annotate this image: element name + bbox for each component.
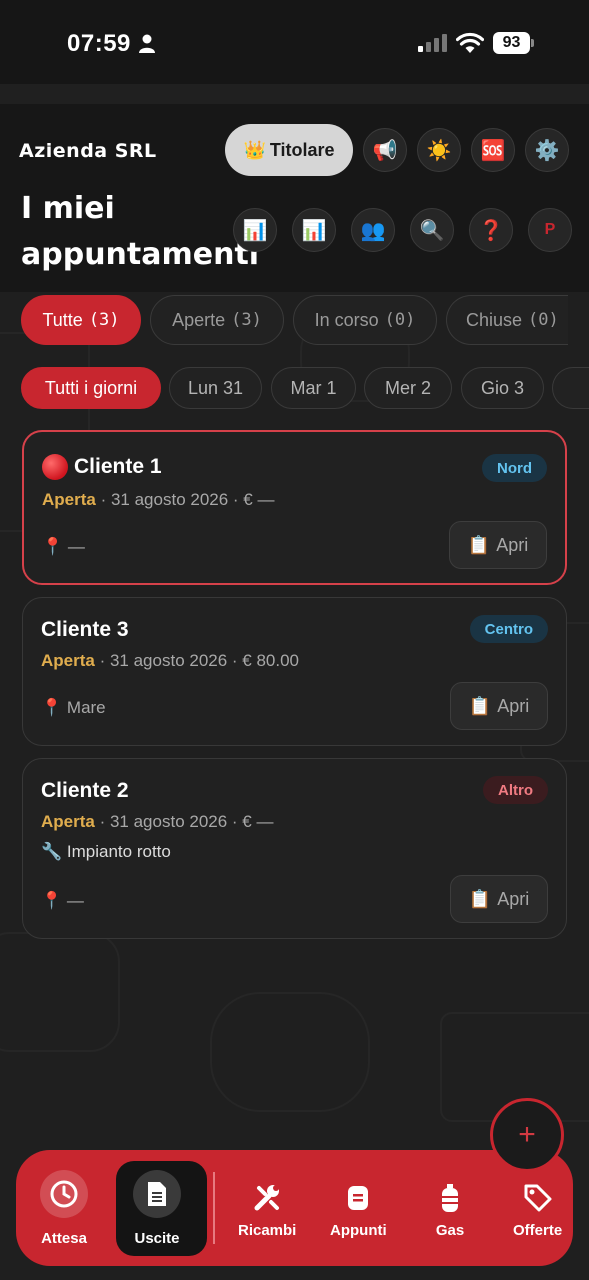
team-button[interactable]: 👥 (351, 208, 395, 252)
signal-icon (418, 34, 447, 52)
bottom-nav: Attesa Uscite Ricambi Appunti Gas Offert… (16, 1150, 573, 1266)
question-icon: ❓ (478, 219, 504, 242)
day-tue[interactable]: Mar 1 (271, 367, 356, 409)
wifi-icon (456, 32, 484, 53)
pin-icon: 📍 (41, 698, 63, 717)
clock-icon (40, 1170, 88, 1218)
battery-indicator: 93 (493, 32, 535, 54)
appointment-price: € 80.00 (242, 651, 300, 670)
filter-open[interactable]: Aperte (3) (150, 295, 284, 345)
plus-icon: + (518, 1118, 536, 1151)
status-label: Aperta (41, 651, 95, 670)
filter-all[interactable]: Tutte (3) (21, 295, 141, 345)
appointment-card[interactable]: Cliente 1 Nord Aperta · 31 agosto 2026 ·… (22, 430, 567, 585)
appointment-card[interactable]: Cliente 3 Centro Aperta · 31 agosto 2026… (22, 597, 567, 746)
search-button[interactable]: 🔍 (410, 208, 454, 252)
add-appointment-button[interactable]: + (490, 1098, 564, 1172)
tag-icon (514, 1180, 562, 1216)
appointment-location: 📍 — (41, 891, 84, 910)
document-icon (133, 1170, 181, 1218)
pin-icon: 📍 (42, 537, 64, 556)
day-next[interactable] (552, 367, 589, 409)
help-button[interactable]: ❓ (469, 208, 513, 252)
appointment-client: Cliente 2 (41, 779, 129, 802)
profile-button[interactable]: P (528, 208, 572, 252)
clipboard-icon: 📋 (467, 534, 491, 555)
appointment-price: € — (242, 812, 274, 831)
sos-button[interactable]: 🆘 (471, 128, 515, 172)
settings-button[interactable]: ⚙️ (525, 128, 569, 172)
day-thu[interactable]: Gio 3 (461, 367, 544, 409)
appointment-date: 31 agosto 2026 (109, 651, 228, 670)
person-icon (139, 34, 155, 53)
appointment-meta: Aperta · 31 agosto 2026 · € — (41, 812, 274, 831)
status-time: 07:59 (67, 30, 131, 57)
day-wed[interactable]: Mer 2 (364, 367, 452, 409)
gas-cylinder-icon (426, 1180, 474, 1216)
battery-level: 93 (493, 32, 530, 54)
appointment-location: 📍 — (42, 537, 85, 556)
status-bar: 07:59 93 (0, 0, 589, 84)
urgent-dot-icon (42, 454, 68, 480)
appointment-client: Cliente 3 (41, 618, 129, 641)
appointment-card[interactable]: Cliente 2 Altro Aperta · 31 agosto 2026 … (22, 758, 567, 939)
appointment-date: 31 agosto 2026 (109, 812, 228, 831)
clipboard-icon: 📋 (468, 695, 492, 716)
profile-icon: P (544, 221, 556, 238)
notes-icon (334, 1180, 382, 1216)
open-button[interactable]: 📋 Apri (450, 875, 548, 923)
zone-badge: Centro (469, 615, 548, 643)
search-icon: 🔍 (419, 219, 445, 242)
role-label: Titolare (269, 139, 335, 160)
open-button[interactable]: 📋 Apri (450, 682, 548, 730)
megaphone-icon: 📢 (372, 139, 398, 162)
users-icon: 👥 (360, 219, 386, 242)
role-button[interactable]: 👑 Titolare (225, 124, 353, 176)
tools-icon (243, 1180, 291, 1216)
zone-badge: Nord (482, 454, 547, 482)
company-name: Azienda SRL (19, 140, 157, 162)
crown-icon: 👑 (243, 139, 266, 160)
appointment-client: Cliente 1 (42, 454, 162, 480)
zone-badge: Altro (483, 776, 548, 804)
sun-icon: ☀️ (426, 139, 452, 162)
status-label: Aperta (42, 490, 96, 509)
theme-button[interactable]: ☀️ (417, 128, 461, 172)
megaphone-button[interactable]: 📢 (363, 128, 407, 172)
appointment-meta: Aperta · 31 agosto 2026 · € 80.00 (41, 651, 300, 670)
appointment-location: 📍 Mare (41, 698, 106, 717)
day-all[interactable]: Tutti i giorni (21, 367, 161, 409)
appointment-price: € — (243, 490, 275, 509)
filter-in-progress[interactable]: In corso (0) (293, 295, 437, 345)
nav-ricambi[interactable]: Ricambi (238, 1180, 296, 1239)
gear-icon: ⚙️ (534, 139, 560, 162)
nav-gas[interactable]: Gas (426, 1180, 474, 1239)
wrench-icon: 🔧 (41, 842, 63, 861)
nav-attesa[interactable]: Attesa (40, 1170, 88, 1247)
app-header: Azienda SRL 👑 Titolare 📢 ☀️ 🆘 ⚙️ I miei … (0, 104, 589, 292)
bar-chart-icon: 📊 (301, 219, 327, 242)
nav-offerte[interactable]: Offerte (513, 1180, 562, 1239)
clipboard-icon: 📋 (468, 888, 492, 909)
nav-uscite[interactable]: Uscite (133, 1170, 181, 1247)
status-label: Aperta (41, 812, 95, 831)
filter-closed[interactable]: Chiuse (0) (446, 295, 568, 345)
pin-icon: 📍 (41, 891, 63, 910)
appointment-date: 31 agosto 2026 (110, 490, 229, 509)
stats-button[interactable]: 📊 (233, 208, 277, 252)
appointment-meta: Aperta · 31 agosto 2026 · € — (42, 490, 275, 509)
sos-icon: 🆘 (480, 139, 506, 162)
open-button[interactable]: 📋 Apri (449, 521, 547, 569)
day-mon[interactable]: Lun 31 (169, 367, 262, 409)
appointment-note: 🔧 Impianto rotto (41, 842, 171, 861)
bar-chart-icon: 📊 (242, 219, 268, 242)
nav-appunti[interactable]: Appunti (330, 1180, 387, 1239)
page-title: I miei appuntamenti (21, 191, 260, 272)
stats-button-2[interactable]: 📊 (292, 208, 336, 252)
